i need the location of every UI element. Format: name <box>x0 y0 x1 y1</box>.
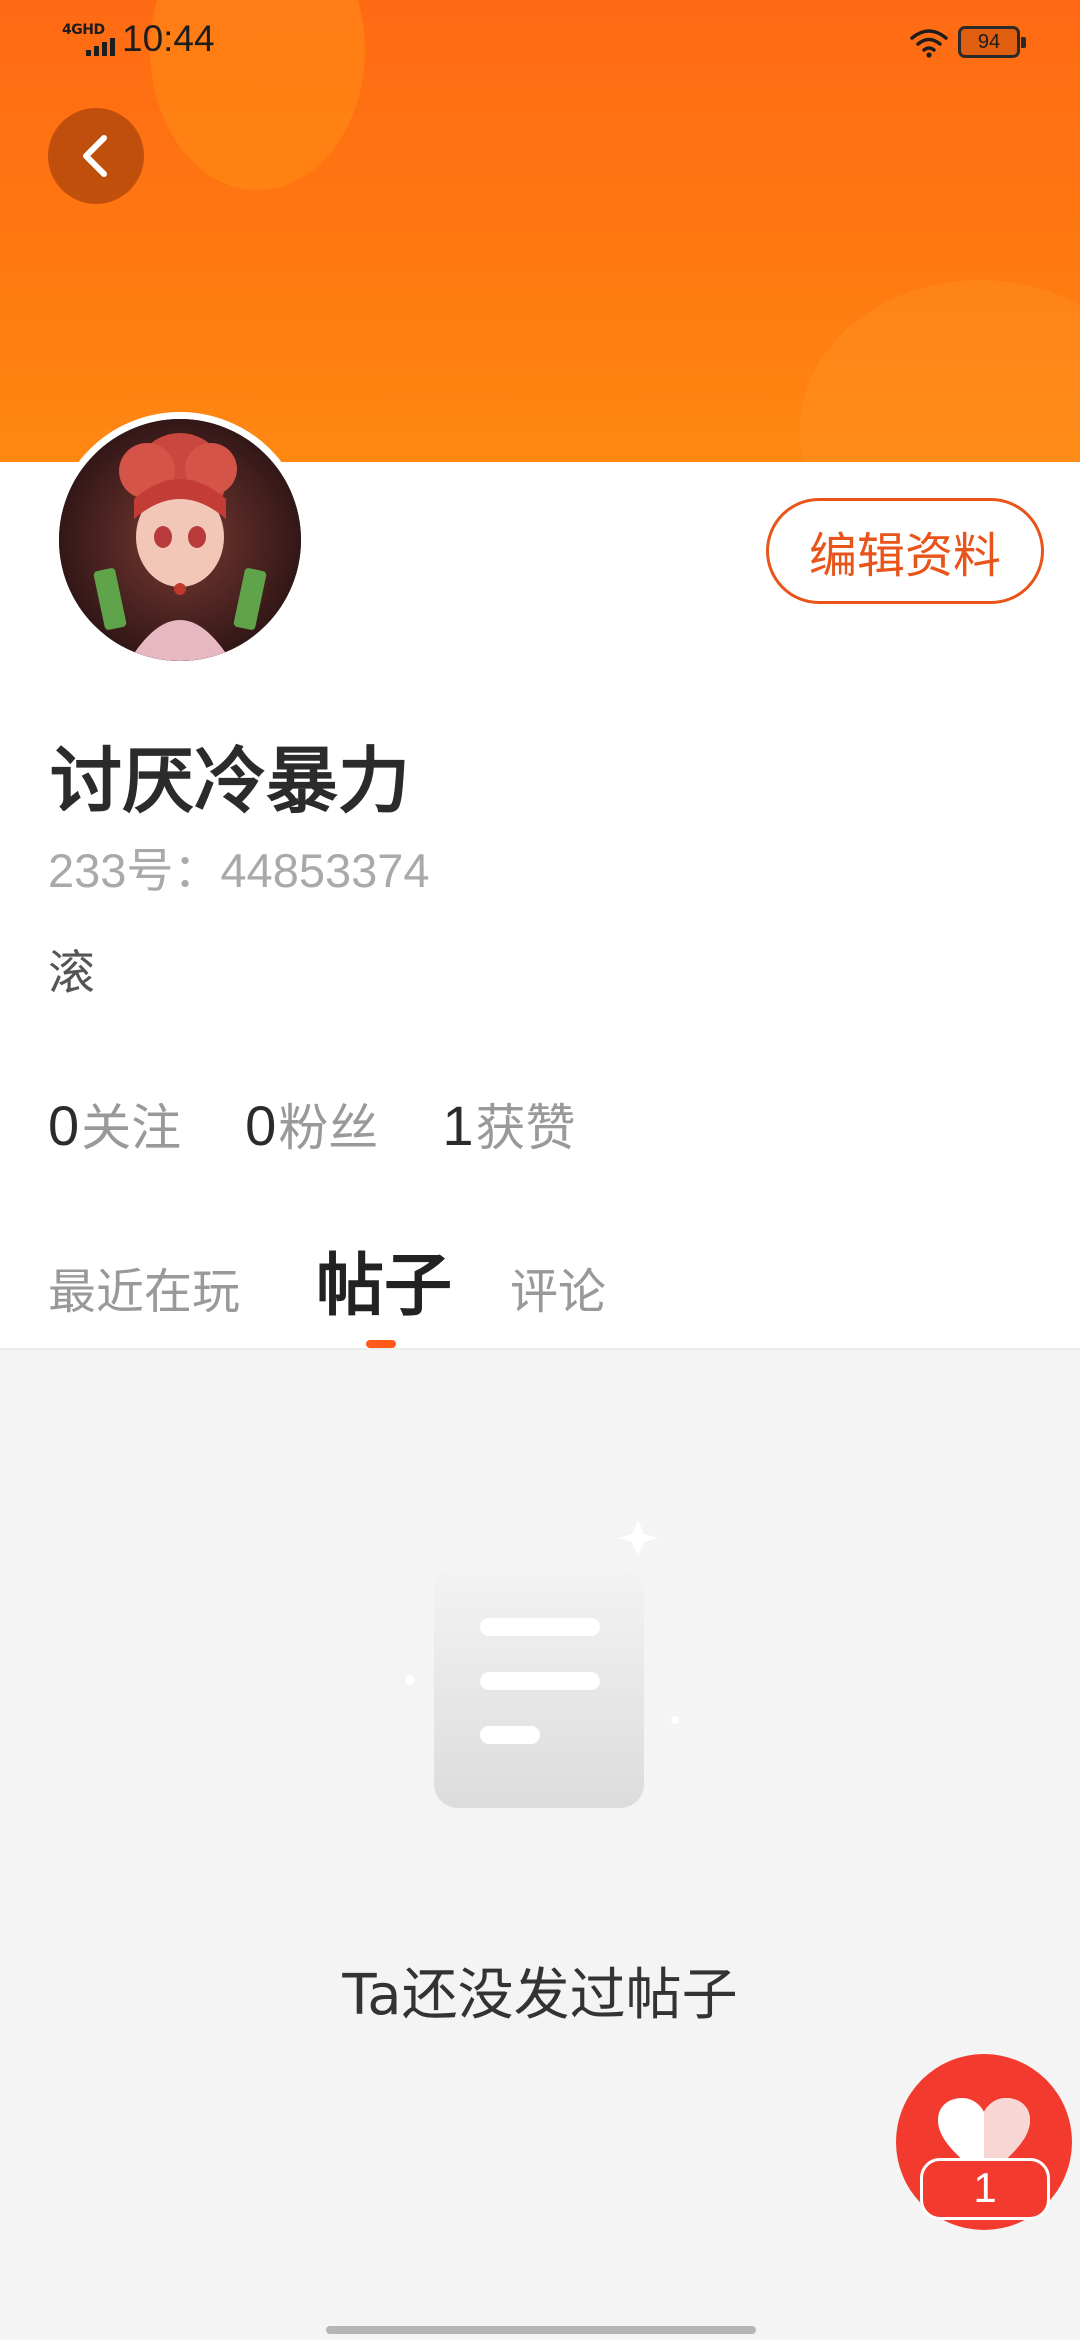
stat-followers[interactable]: 0 粉丝 <box>245 1088 378 1160</box>
stat-count: 1 <box>442 1094 474 1157</box>
bio: 滚 <box>48 946 95 1001</box>
banner-decoration <box>800 280 1080 462</box>
tab-posts[interactable]: 帖子 <box>316 1230 452 1329</box>
like-count-badge: 1 <box>920 2158 1050 2220</box>
stat-count: 0 <box>245 1094 277 1157</box>
chevron-left-icon <box>83 135 107 177</box>
user-id: 233号：44853374 <box>48 832 430 901</box>
stat-label: 获赞 <box>475 1099 576 1157</box>
stat-count: 0 <box>48 1094 80 1157</box>
network-type: 4GHD <box>62 22 105 38</box>
avatar-image <box>59 419 301 661</box>
profile-tabs: 最近在玩 帖子 评论 <box>48 1230 1048 1348</box>
stat-likes[interactable]: 1 获赞 <box>442 1088 575 1160</box>
document-icon <box>405 1520 679 1808</box>
signal-indicator: 4GHD <box>62 22 115 58</box>
tabs-divider <box>0 1348 1080 1350</box>
user-id-value: 44853374 <box>220 844 430 897</box>
profile-stats: 0 关注 0 粉丝 1 获赞 <box>48 1088 639 1160</box>
avatar[interactable] <box>52 412 308 668</box>
status-bar: 4GHD 10:44 94 <box>0 0 1080 84</box>
battery-level: 94 <box>977 31 1001 53</box>
home-indicator[interactable] <box>326 2326 756 2334</box>
nickname: 讨厌冷暴力 <box>50 739 411 823</box>
status-time: 10:44 <box>122 18 215 59</box>
tab-comments[interactable]: 评论 <box>510 1252 606 1322</box>
stat-label: 粉丝 <box>278 1099 379 1157</box>
stat-label: 关注 <box>81 1099 182 1157</box>
user-id-label: 233号： <box>48 844 221 897</box>
wifi-icon <box>910 29 948 58</box>
signal-bars-icon <box>86 38 115 56</box>
battery-icon: 94 <box>958 26 1026 58</box>
profile-page: 4GHD 10:44 94 编辑资料 讨厌冷暴力 233号：44853374 滚… <box>0 0 1080 2340</box>
active-tab-indicator <box>366 1340 396 1348</box>
edit-profile-button[interactable]: 编辑资料 <box>766 498 1044 604</box>
empty-state-message: Ta还没发过帖子 <box>342 1963 738 2028</box>
stat-following[interactable]: 0 关注 <box>48 1088 181 1160</box>
tab-recently-played[interactable]: 最近在玩 <box>48 1252 240 1322</box>
back-button[interactable] <box>48 108 144 204</box>
